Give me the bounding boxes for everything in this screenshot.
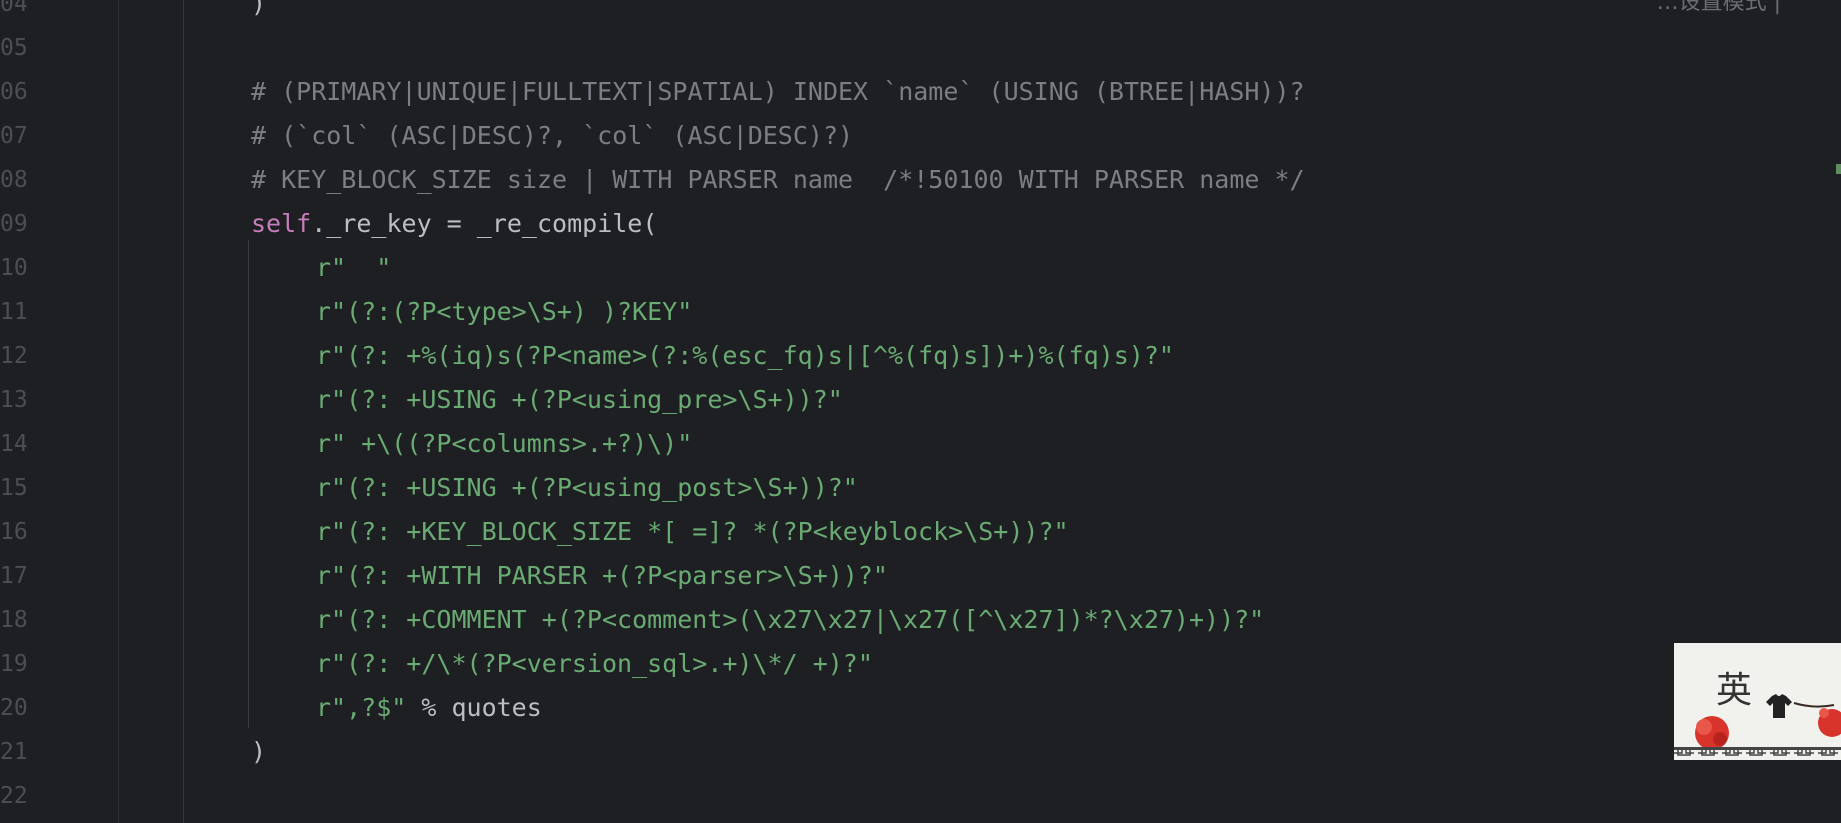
line-number: 14 [0, 431, 28, 457]
code-token: self [251, 209, 312, 238]
code-token: # (`col` (ASC|DESC)?, `col` (ASC|DESC)?) [251, 121, 854, 150]
code-text: # (PRIMARY|UNIQUE|FULLTEXT|SPATIAL) INDE… [251, 70, 1305, 114]
line-number: 06 [0, 79, 28, 105]
code-token: ) [251, 737, 267, 766]
code-line[interactable]: 04) [0, 0, 1700, 26]
code-token: % quotes [406, 693, 542, 722]
code-token: r" +\((?P<columns>.+?)\)" [316, 429, 693, 458]
ime-status-widget[interactable]: 英 [1674, 643, 1841, 760]
code-token: r"(?: +USING +(?P<using_post>\S+))?" [316, 473, 858, 502]
code-line[interactable]: 22 [0, 774, 1700, 818]
code-token: r" " [316, 253, 392, 282]
code-token: r"(?: +COMMENT +(?P<comment>(\x27\x27|\x… [316, 605, 1265, 634]
code-text: # (`col` (ASC|DESC)?, `col` (ASC|DESC)?) [251, 114, 853, 158]
code-line[interactable]: 18 r"(?: +COMMENT +(?P<comment>(\x27\x27|… [0, 598, 1700, 642]
line-number: 15 [0, 475, 28, 501]
code-token: r"(?:(?P<type>\S+) )?KEY" [316, 297, 693, 326]
code-text: r"(?: +/\*(?P<version_sql>.+)\*/ +)?" [316, 642, 873, 686]
line-number: 05 [0, 35, 28, 61]
line-number: 12 [0, 343, 28, 369]
code-text: r" " [316, 246, 391, 290]
code-text: r"(?: +USING +(?P<using_post>\S+))?" [316, 466, 858, 510]
code-line[interactable]: 11 r"(?:(?P<type>\S+) )?KEY" [0, 290, 1700, 334]
code-line[interactable]: 07 # (`col` (ASC|DESC)?, `col` (ASC|DESC)… [0, 114, 1700, 158]
code-token: r"(?: +KEY_BLOCK_SIZE *[ =]? *(?P<keyblo… [316, 517, 1069, 546]
code-token: r"(?: +%(iq)s(?P<name>(?:%(esc_fq)s|[^%(… [316, 341, 1174, 370]
top-right-hint: …设置模式 | [1656, 0, 1781, 15]
code-line[interactable]: 21) [0, 730, 1700, 774]
code-token: r"(?: +/\*(?P<version_sql>.+)\*/ +)?" [316, 649, 873, 678]
flower-decoration-icon [1674, 702, 1841, 756]
code-line[interactable]: 14 r" +\((?P<columns>.+?)\)" [0, 422, 1700, 466]
code-text: # KEY_BLOCK_SIZE size | WITH PARSER name… [251, 158, 1305, 202]
line-number: 09 [0, 211, 28, 237]
code-line[interactable]: 20 r",?$" % quotes [0, 686, 1700, 730]
code-text: r"(?: +KEY_BLOCK_SIZE *[ =]? *(?P<keyblo… [316, 510, 1069, 554]
line-number: 08 [0, 167, 28, 193]
line-number: 13 [0, 387, 28, 413]
code-line[interactable]: 06 # (PRIMARY|UNIQUE|FULLTEXT|SPATIAL) IN… [0, 70, 1700, 114]
code-token: r"(?: +USING +(?P<using_pre>\S+))?" [316, 385, 843, 414]
code-line[interactable]: 12 r"(?: +%(iq)s(?P<name>(?:%(esc_fq)s|[^… [0, 334, 1700, 378]
code-text: r",?$" % quotes [316, 686, 542, 730]
line-number: 07 [0, 123, 28, 149]
code-text: ) [251, 0, 266, 26]
code-text: self._re_key = _re_compile( [251, 202, 657, 246]
code-line[interactable]: 09 self._re_key = _re_compile( [0, 202, 1700, 246]
code-line[interactable]: 10 r" " [0, 246, 1700, 290]
code-line[interactable]: 19 r"(?: +/\*(?P<version_sql>.+)\*/ +)?" [0, 642, 1700, 686]
line-number: 22 [0, 783, 28, 809]
code-text: r"(?: +%(iq)s(?P<name>(?:%(esc_fq)s|[^%(… [316, 334, 1174, 378]
code-line[interactable]: 17 r"(?: +WITH PARSER +(?P<parser>\S+))?" [0, 554, 1700, 598]
code-token: ) [251, 0, 267, 18]
code-editor[interactable]: 04) 05 06 # (PRIMARY|UNIQUE|FULLTEXT|SPATIA… [0, 0, 1841, 823]
code-text: r"(?: +COMMENT +(?P<comment>(\x27\x27|\x… [316, 598, 1264, 642]
code-text: r"(?: +WITH PARSER +(?P<parser>\S+))?" [316, 554, 888, 598]
line-number: 04 [0, 0, 28, 17]
line-number: 19 [0, 651, 28, 677]
line-number: 16 [0, 519, 28, 545]
code-text: r" +\((?P<columns>.+?)\)" [316, 422, 692, 466]
code-token: r",?$" [316, 693, 407, 722]
code-token: # KEY_BLOCK_SIZE size | WITH PARSER name… [251, 165, 1305, 194]
code-text: r"(?: +USING +(?P<using_pre>\S+))?" [316, 378, 843, 422]
line-number: 21 [0, 739, 28, 765]
line-number: 10 [0, 255, 28, 281]
scrollbar-marker[interactable] [1836, 164, 1841, 174]
code-token: # (PRIMARY|UNIQUE|FULLTEXT|SPATIAL) INDE… [251, 77, 1305, 106]
line-number: 17 [0, 563, 28, 589]
code-line[interactable]: 05 [0, 26, 1700, 70]
code-line[interactable]: 08 # KEY_BLOCK_SIZE size | WITH PARSER na… [0, 158, 1700, 202]
code-line[interactable]: 13 r"(?: +USING +(?P<using_pre>\S+))?" [0, 378, 1700, 422]
code-text: ) [251, 730, 266, 774]
line-number: 18 [0, 607, 28, 633]
code-token: r"(?: +WITH PARSER +(?P<parser>\S+))?" [316, 561, 888, 590]
line-number: 11 [0, 299, 28, 325]
code-text: r"(?:(?P<type>\S+) )?KEY" [316, 290, 692, 334]
code-line[interactable]: 16 r"(?: +KEY_BLOCK_SIZE *[ =]? *(?P<keyb… [0, 510, 1700, 554]
code-line[interactable]: 15 r"(?: +USING +(?P<using_post>\S+))?" [0, 466, 1700, 510]
line-number: 20 [0, 695, 28, 721]
code-token: ._re_key = _re_compile( [311, 209, 658, 238]
